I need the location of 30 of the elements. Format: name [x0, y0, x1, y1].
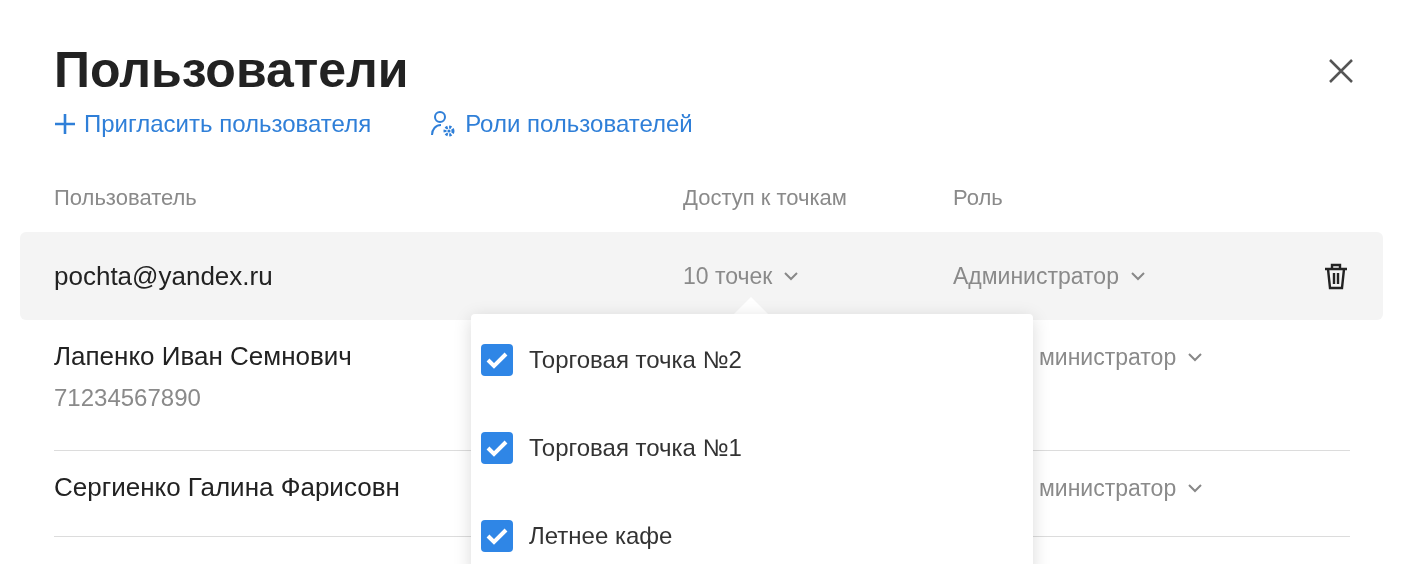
user-roles-link[interactable]: Роли пользователей: [429, 106, 693, 142]
chevron-down-icon: [784, 271, 799, 281]
checkmark-icon: [486, 351, 508, 369]
role-dropdown[interactable]: министратор: [1039, 340, 1203, 375]
user-name: Сергиенко Галина Фарисовн: [54, 471, 400, 504]
point-label: Торговая точка №2: [529, 345, 742, 375]
user-name: Лапенко Иван Семнович: [54, 340, 352, 373]
checkmark-icon: [486, 439, 508, 457]
role-dropdown[interactable]: Администратор: [953, 258, 1145, 294]
user-phone: 71234567890: [54, 383, 201, 413]
point-label: Торговая точка №1: [529, 433, 742, 463]
plus-icon: [54, 113, 76, 135]
chevron-down-icon: [1188, 352, 1203, 362]
checkbox[interactable]: [481, 344, 513, 376]
dialog-title: Пользователи: [54, 41, 409, 100]
user-row-highlighted[interactable]: pochta@yandex.ru 10 точек Администратор: [20, 232, 1383, 320]
user-name: pochta@yandex.ru: [54, 260, 273, 293]
column-header: Пользователь: [54, 183, 197, 212]
chevron-down-icon: [1188, 483, 1203, 493]
chevron-down-icon: [1130, 271, 1145, 281]
checkbox[interactable]: [481, 432, 513, 464]
checkmark-icon: [486, 527, 508, 545]
point-label: Летнее кафе: [529, 521, 673, 551]
column-header: Роль: [953, 183, 1003, 212]
role-dropdown[interactable]: министратор: [1039, 471, 1203, 506]
invite-user-link[interactable]: Пригласить пользователя: [54, 106, 372, 142]
column-header: Доступ к точкам: [683, 183, 847, 212]
access-dropdown[interactable]: 10 точек: [683, 258, 799, 294]
checkbox[interactable]: [481, 520, 513, 552]
delete-icon[interactable]: [1323, 262, 1349, 290]
